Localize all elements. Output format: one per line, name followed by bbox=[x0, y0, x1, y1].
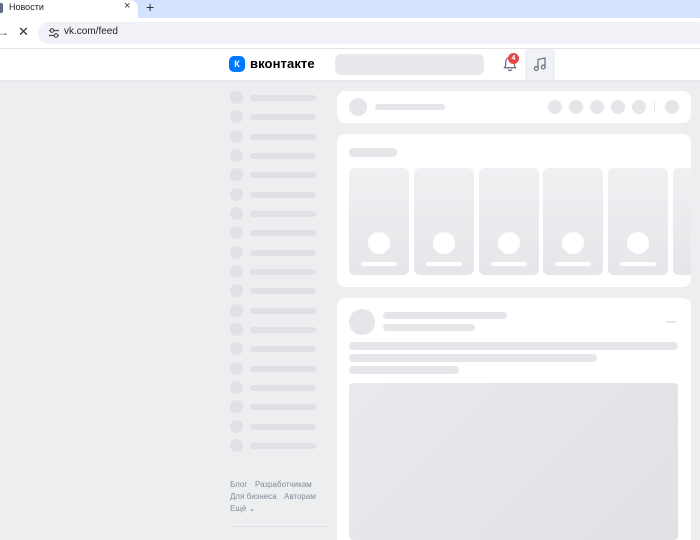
post-text-skeleton bbox=[349, 342, 678, 350]
more-options-icon[interactable] bbox=[666, 321, 676, 323]
tab-favicon-icon bbox=[0, 3, 3, 13]
sidebar-item-skeleton[interactable] bbox=[230, 130, 320, 144]
sidebar-item-skeleton[interactable] bbox=[230, 342, 320, 356]
icon-skeleton[interactable] bbox=[590, 100, 604, 114]
avatar-skeleton bbox=[349, 98, 367, 116]
footer-link-business[interactable]: Для бизнеса bbox=[230, 492, 277, 501]
sidebar-item-skeleton[interactable] bbox=[230, 207, 320, 221]
story-skeleton[interactable] bbox=[543, 168, 603, 275]
icon-skeleton[interactable] bbox=[548, 100, 562, 114]
new-tab-button[interactable]: + bbox=[146, 0, 154, 15]
sidebar-item-skeleton[interactable] bbox=[230, 381, 320, 395]
site-header: К вконтакте 4 bbox=[0, 49, 700, 81]
address-bar[interactable]: vk.com/feed bbox=[38, 22, 700, 44]
sidebar-item-skeleton[interactable] bbox=[230, 439, 320, 453]
stories-title-skeleton bbox=[349, 148, 397, 157]
icon-skeleton[interactable] bbox=[632, 100, 646, 114]
tab-close-icon[interactable]: × bbox=[124, 0, 130, 12]
sidebar-item-skeleton[interactable] bbox=[230, 246, 320, 260]
sidebar-item-skeleton[interactable] bbox=[230, 188, 320, 202]
forward-icon[interactable]: → bbox=[0, 25, 9, 39]
search-input-skeleton[interactable] bbox=[335, 54, 484, 75]
stop-loading-icon[interactable]: ✕ bbox=[18, 24, 29, 40]
post-media-skeleton[interactable] bbox=[349, 383, 678, 540]
sidebar-item-skeleton[interactable] bbox=[230, 362, 320, 376]
sidebar-item-skeleton[interactable] bbox=[230, 91, 320, 105]
divider bbox=[654, 101, 655, 113]
sidebar-item-skeleton[interactable] bbox=[230, 420, 320, 434]
footer-link-developers[interactable]: Разработчикам bbox=[255, 480, 312, 489]
music-button[interactable] bbox=[525, 49, 555, 80]
sidebar-item-skeleton[interactable] bbox=[230, 226, 320, 240]
post-text-skeleton bbox=[349, 354, 597, 362]
sidebar-divider bbox=[230, 526, 330, 527]
post-date-skeleton bbox=[383, 324, 475, 331]
story-skeleton[interactable] bbox=[479, 168, 539, 275]
sidebar-item-skeleton[interactable] bbox=[230, 284, 320, 298]
sidebar-item-skeleton[interactable] bbox=[230, 149, 320, 163]
sidebar-item-skeleton[interactable] bbox=[230, 323, 320, 337]
story-skeleton[interactable] bbox=[673, 168, 691, 275]
tab-title: Новости bbox=[9, 2, 44, 12]
feed-toolbar-card bbox=[337, 91, 691, 123]
footer-link-blog[interactable]: Блог bbox=[230, 480, 247, 489]
post-avatar-skeleton[interactable] bbox=[349, 309, 375, 335]
post-author-skeleton bbox=[383, 312, 507, 319]
browser-tab-strip: Новости × + bbox=[0, 0, 700, 18]
sidebar-item-skeleton[interactable] bbox=[230, 304, 320, 318]
browser-tab[interactable]: Новости × bbox=[0, 0, 138, 18]
notifications-count-badge: 4 bbox=[508, 53, 519, 64]
vk-logo-text[interactable]: вконтакте bbox=[250, 56, 315, 71]
sidebar-item-skeleton[interactable] bbox=[230, 168, 320, 182]
icon-skeleton[interactable] bbox=[665, 100, 679, 114]
post-text-skeleton bbox=[349, 366, 459, 374]
icon-skeleton[interactable] bbox=[611, 100, 625, 114]
sidebar-item-skeleton[interactable] bbox=[230, 110, 320, 124]
text-skeleton bbox=[375, 104, 445, 110]
footer-link-more[interactable]: Ещё ⌄ bbox=[230, 504, 255, 513]
vk-logo-icon[interactable]: К bbox=[229, 56, 245, 72]
icon-skeleton[interactable] bbox=[569, 100, 583, 114]
story-skeleton[interactable] bbox=[608, 168, 668, 275]
sidebar-item-skeleton[interactable] bbox=[230, 265, 320, 279]
story-skeleton[interactable] bbox=[414, 168, 474, 275]
sidebar-item-skeleton[interactable] bbox=[230, 400, 320, 414]
site-settings-icon[interactable] bbox=[48, 27, 60, 39]
browser-toolbar: → ✕ vk.com/feed bbox=[0, 18, 700, 49]
story-skeleton[interactable] bbox=[349, 168, 409, 275]
music-note-icon bbox=[533, 57, 546, 72]
url-text[interactable]: vk.com/feed bbox=[64, 26, 118, 37]
footer-link-authors[interactable]: Авторам bbox=[284, 492, 316, 501]
